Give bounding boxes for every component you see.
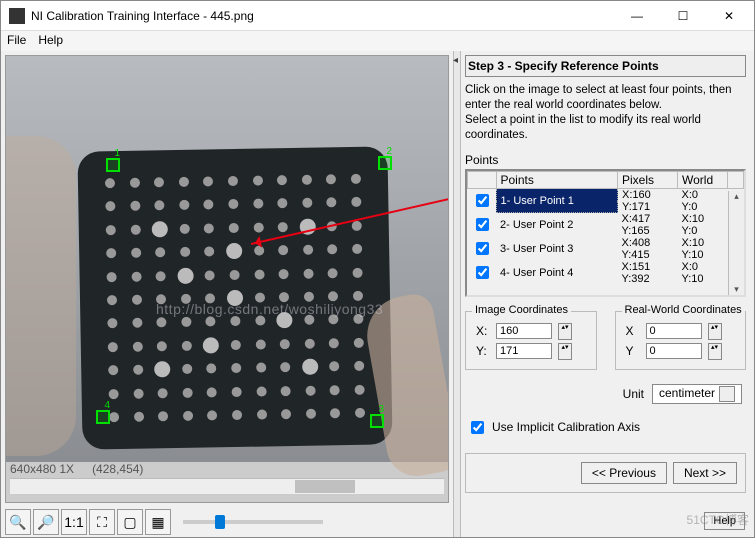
calibration-marker-2[interactable] — [378, 156, 392, 170]
zoom-out-icon[interactable]: 🔎 — [33, 509, 59, 535]
window-title: NI Calibration Training Interface - 445.… — [31, 9, 614, 23]
zoom-fit-icon[interactable]: ⛶ — [89, 509, 115, 535]
point-checkbox-2[interactable] — [476, 218, 489, 231]
real-x-input[interactable]: 0 — [646, 323, 702, 339]
camera-image[interactable]: http://blog.csdn.net/woshiliyong33 — [6, 56, 448, 462]
image-y-input[interactable]: 171 — [496, 343, 552, 359]
close-button[interactable]: ✕ — [706, 1, 752, 31]
col-world[interactable]: World — [678, 171, 728, 188]
unit-label: Unit — [623, 387, 644, 401]
brand-watermark: 51CTO博客 — [687, 511, 749, 528]
cursor-position: (428,454) — [92, 462, 143, 478]
palette-icon[interactable]: ▦ — [145, 509, 171, 535]
points-label: Points — [465, 153, 746, 167]
zoom-in-icon[interactable]: 🔍 — [5, 509, 31, 535]
point-checkbox-3[interactable] — [476, 242, 489, 255]
image-x-spinner[interactable]: ▴▾ — [558, 323, 572, 340]
titlebar: NI Calibration Training Interface - 445.… — [1, 1, 754, 31]
point-checkbox-4[interactable] — [476, 266, 489, 279]
zoom-slider[interactable] — [183, 520, 323, 524]
points-list[interactable]: Points Pixels World 1- User Point 1X:160… — [465, 169, 746, 297]
point-row-2[interactable]: 2- User Point 2X:417X:10 — [468, 213, 744, 225]
realworld-coords-group: Real-World Coordinates X 0 ▴▾ Y 0 ▴▾ — [615, 311, 747, 370]
implicit-axis-label: Use Implicit Calibration Axis — [492, 420, 640, 434]
zoom-toolbar: 🔍 🔎 1:1 ⛶ ▢ ▦ — [1, 507, 453, 537]
image-size-label: 640x480 1X — [10, 462, 74, 478]
points-scrollbar[interactable] — [728, 191, 744, 295]
app-icon — [9, 8, 25, 24]
real-y-input[interactable]: 0 — [646, 343, 702, 359]
implicit-axis-checkbox[interactable] — [471, 421, 484, 434]
calibration-marker-3[interactable] — [370, 414, 384, 428]
calibration-marker-4[interactable] — [96, 410, 110, 424]
calibration-marker-1[interactable] — [106, 158, 120, 172]
splitter-handle[interactable] — [453, 51, 461, 537]
menu-help[interactable]: Help — [38, 33, 63, 49]
horizontal-scrollbar[interactable] — [10, 478, 444, 494]
zoom-region-icon[interactable]: ▢ — [117, 509, 143, 535]
image-viewer[interactable]: http://blog.csdn.net/woshiliyong33 640x4… — [5, 55, 449, 503]
next-button[interactable]: Next >> — [673, 462, 737, 484]
image-y-spinner[interactable]: ▴▾ — [558, 343, 572, 360]
previous-button[interactable]: << Previous — [581, 462, 667, 484]
status-bar: 640x480 1X (428,454) — [6, 462, 448, 478]
menu-bar: File Help — [1, 31, 754, 51]
real-x-spinner[interactable]: ▴▾ — [708, 323, 722, 340]
step-instructions: Click on the image to select at least fo… — [465, 83, 746, 143]
unit-dropdown[interactable]: centimeter — [652, 384, 742, 404]
point-row-3[interactable]: 3- User Point 3X:408X:10 — [468, 237, 744, 249]
image-x-input[interactable]: 160 — [496, 323, 552, 339]
zoom-1-1-icon[interactable]: 1:1 — [61, 509, 87, 535]
point-checkbox-1[interactable] — [476, 194, 489, 207]
col-points[interactable]: Points — [496, 171, 618, 188]
watermark-text: http://blog.csdn.net/woshiliyong33 — [156, 301, 383, 317]
nav-button-group: << Previous Next >> — [465, 453, 746, 493]
menu-file[interactable]: File — [7, 33, 26, 49]
real-y-spinner[interactable]: ▴▾ — [708, 343, 722, 360]
image-coords-group: Image Coordinates X: 160 ▴▾ Y: 171 ▴▾ — [465, 311, 597, 370]
minimize-button[interactable]: — — [614, 1, 660, 31]
point-row-1[interactable]: 1- User Point 1X:160X:0 — [468, 188, 744, 201]
step-header: Step 3 - Specify Reference Points — [465, 55, 746, 77]
maximize-button[interactable]: ☐ — [660, 1, 706, 31]
point-row-4[interactable]: 4- User Point 4X:151X:0 — [468, 261, 744, 273]
col-pixels[interactable]: Pixels — [618, 171, 678, 188]
